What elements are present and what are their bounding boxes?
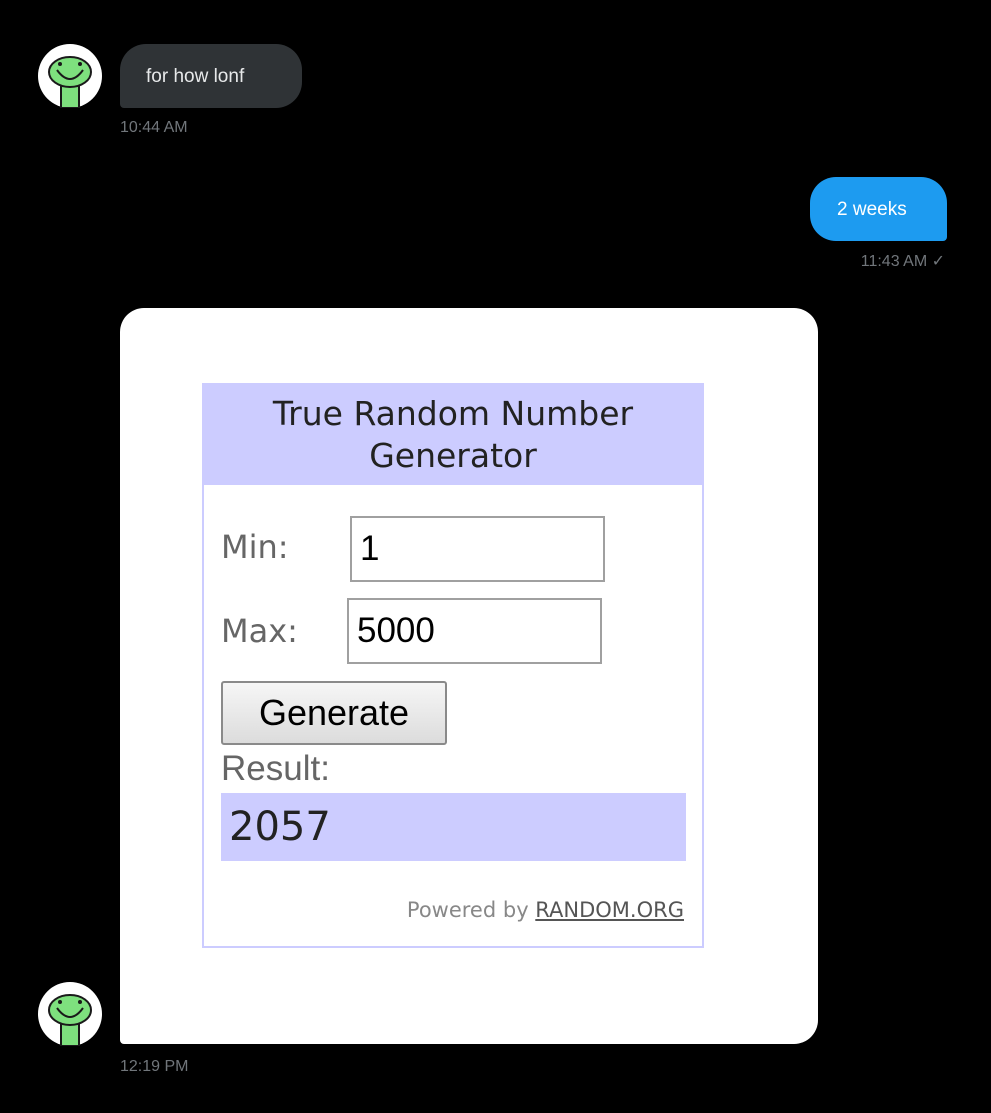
widget-header: True Random Number Generator	[204, 385, 702, 485]
powered-by-text: Powered by	[406, 898, 536, 922]
message-timestamp: 10:44 AM	[120, 119, 188, 136]
min-label: Min:	[221, 528, 289, 566]
random-org-link[interactable]: RANDOM.ORG	[535, 898, 684, 922]
incoming-message-bubble[interactable]: for how lonf	[120, 44, 302, 108]
min-input[interactable]: 1	[350, 516, 605, 582]
result-label: Result:	[221, 749, 330, 788]
message-text: for how lonf	[146, 65, 245, 87]
message-text: 2 weeks	[837, 198, 907, 220]
contact-avatar[interactable]	[38, 44, 102, 109]
image-attachment[interactable]: True Random Number Generator Min: 1 Max:…	[120, 308, 818, 1044]
message-timestamp: 12:19 PM	[120, 1058, 189, 1075]
result-value: 2057	[221, 793, 686, 861]
generate-button[interactable]: Generate	[221, 681, 447, 745]
max-label: Max:	[221, 612, 298, 650]
powered-by-credit: Powered by RANDOM.ORG	[407, 900, 684, 921]
contact-avatar[interactable]	[38, 982, 102, 1047]
widget-title: True Random Number Generator	[272, 394, 634, 475]
conversation-view: for how lonf 10:44 AM 2 weeks 11:43 AM ✓…	[0, 0, 991, 1113]
frog-avatar-icon	[38, 982, 102, 1047]
message-timestamp: 11:43 AM ✓	[860, 253, 945, 270]
max-input[interactable]: 5000	[347, 598, 602, 664]
random-number-generator-widget: True Random Number Generator Min: 1 Max:…	[202, 383, 704, 948]
outgoing-message-bubble[interactable]: 2 weeks	[810, 177, 947, 241]
frog-avatar-icon	[38, 44, 102, 109]
